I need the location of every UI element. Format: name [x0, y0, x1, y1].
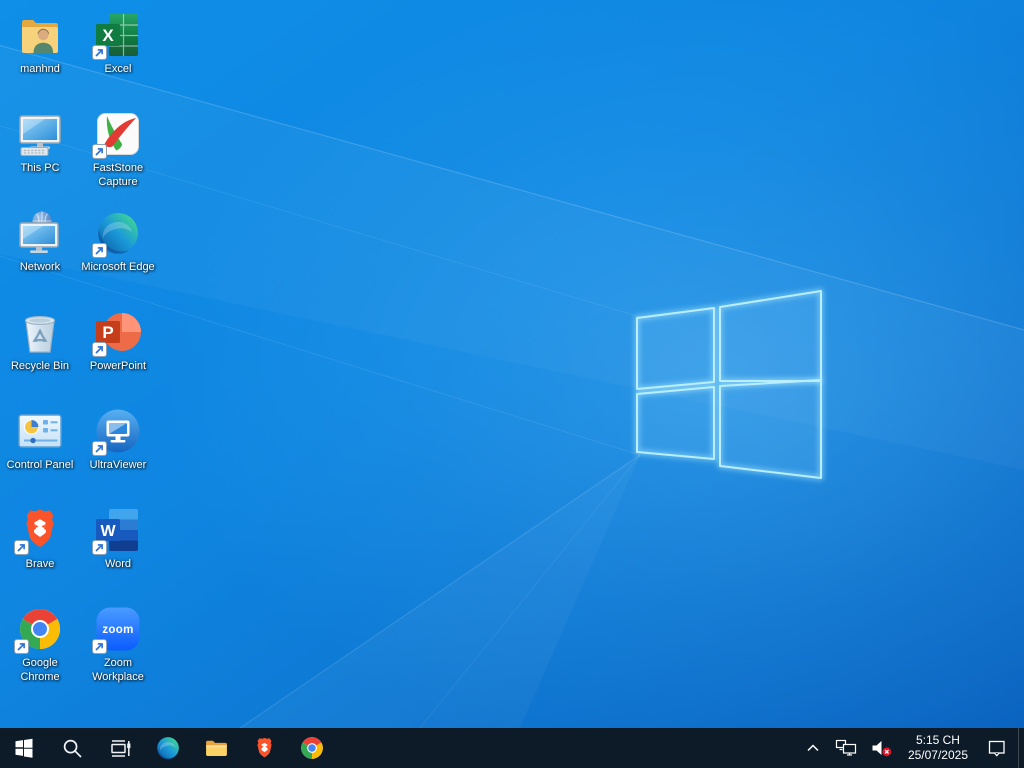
taskbar-edge-button[interactable] — [144, 728, 192, 768]
shortcut-arrow-overlay — [92, 441, 107, 456]
desktop-icon-label: Excel — [104, 63, 132, 75]
brave-icon — [256, 737, 272, 757]
chevron-up-icon — [807, 744, 819, 752]
shortcut-arrow-overlay — [92, 144, 107, 159]
shortcut-arrow-overlay — [92, 540, 107, 555]
desktop-icon-label: Word — [104, 558, 132, 570]
shortcut-arrow-overlay — [92, 342, 107, 357]
taskbar-brave-button[interactable] — [240, 728, 288, 768]
svg-text:W: W — [100, 523, 116, 540]
desktop-icon-label: Microsoft Edge — [81, 261, 155, 273]
desktop-icon-control-panel[interactable]: Control Panel — [1, 402, 79, 501]
taskbar: 5:15 CH 25/07/2025 — [0, 728, 1024, 768]
desktop-icon-label: Network — [19, 261, 61, 273]
taskbar-clock[interactable]: 5:15 CH 25/07/2025 — [900, 728, 976, 768]
network-icon — [16, 209, 64, 257]
start-icon — [15, 738, 33, 758]
network-status-icon — [835, 739, 857, 756]
control-panel-icon — [16, 407, 64, 455]
search-button[interactable] — [48, 728, 96, 768]
tray-time: 5:15 CH — [915, 733, 960, 747]
desktop-icon-label: manhnd — [20, 63, 60, 75]
shortcut-arrow-overlay — [92, 45, 107, 60]
windows-logo-wallpaper — [634, 288, 824, 481]
desktop-icon-label: PowerPoint — [89, 360, 147, 372]
volume-muted-icon — [872, 741, 892, 757]
powerpoint-icon: P — [92, 308, 142, 357]
desktop-icon-label: Control Panel — [6, 459, 74, 471]
desktop-icon-manhnd[interactable]: manhnd — [1, 6, 79, 105]
desktop-icon-excel[interactable]: X Excel — [79, 6, 157, 105]
taskbar-empty-area — [336, 728, 798, 768]
brave-icon — [14, 506, 64, 555]
chrome-icon — [14, 605, 64, 654]
task-view-icon — [110, 739, 130, 757]
desktop-icon-recycle-bin[interactable]: Recycle Bin — [1, 303, 79, 402]
system-tray: 5:15 CH 25/07/2025 — [798, 728, 1024, 768]
shortcut-arrow-overlay — [14, 540, 29, 555]
desktop-icon-brave[interactable]: Brave — [1, 501, 79, 600]
desktop-icon-zoom[interactable]: zoom Zoom Workplace — [79, 600, 157, 699]
desktop-icon-google-chrome[interactable]: Google Chrome — [1, 600, 79, 699]
desktop-icon-grid: manhnd This PC Network Recycle Bin Contr… — [1, 6, 157, 699]
user-folder-icon — [16, 11, 64, 59]
desktop-icon-label: Google Chrome — [20, 657, 60, 683]
excel-icon: X — [92, 11, 142, 60]
desktop-icon-label: This PC — [20, 162, 60, 174]
tray-volume-button[interactable] — [864, 728, 900, 768]
faststone-capture-icon — [92, 110, 142, 159]
this-pc-icon — [16, 110, 64, 158]
start-button[interactable] — [0, 728, 48, 768]
svg-text:zoom: zoom — [102, 624, 133, 636]
tray-overflow-button[interactable] — [798, 728, 828, 768]
shortcut-arrow-overlay — [92, 639, 107, 654]
zoom-workplace-icon: zoom — [92, 605, 142, 654]
desktop-icon-faststone[interactable]: FastStone Capture — [79, 105, 157, 204]
show-desktop-button[interactable] — [1018, 728, 1024, 768]
word-icon: W — [92, 506, 142, 555]
desktop-icon-label: Zoom Workplace — [92, 657, 144, 683]
edge-icon — [157, 737, 179, 760]
taskbar-file-explorer-button[interactable] — [192, 728, 240, 768]
shortcut-arrow-overlay — [92, 243, 107, 258]
desktop-icon-this-pc[interactable]: This PC — [1, 105, 79, 204]
file-explorer-icon — [205, 740, 227, 756]
chrome-icon — [301, 737, 323, 759]
shortcut-arrow-overlay — [14, 639, 29, 654]
desktop-icon-label: FastStone Capture — [92, 162, 144, 188]
svg-text:X: X — [102, 26, 114, 45]
search-icon — [63, 739, 82, 758]
tray-date: 25/07/2025 — [907, 748, 968, 762]
desktop-icon-edge[interactable]: Microsoft Edge — [79, 204, 157, 303]
ultraviewer-icon — [92, 407, 142, 456]
desktop-icon-label: Brave — [25, 558, 55, 570]
windows-desktop-screen: manhnd This PC Network Recycle Bin Contr… — [0, 0, 1024, 768]
desktop-icon-label: UltraViewer — [89, 459, 147, 471]
desktop-icon-powerpoint[interactable]: P PowerPoint — [79, 303, 157, 402]
desktop-icon-ultraviewer[interactable]: UltraViewer — [79, 402, 157, 501]
action-center-button[interactable] — [976, 728, 1018, 768]
desktop-icon-network[interactable]: Network — [1, 204, 79, 303]
task-view-button[interactable] — [96, 728, 144, 768]
desktop-icon-word[interactable]: W Word — [79, 501, 157, 600]
desktop[interactable]: manhnd This PC Network Recycle Bin Contr… — [0, 0, 1024, 728]
tray-network-button[interactable] — [828, 728, 864, 768]
svg-text:P: P — [102, 323, 113, 342]
taskbar-chrome-button[interactable] — [288, 728, 336, 768]
action-center-icon — [988, 740, 1005, 757]
edge-icon — [92, 209, 142, 258]
desktop-icon-label: Recycle Bin — [10, 360, 70, 372]
recycle-bin-icon — [16, 308, 64, 356]
